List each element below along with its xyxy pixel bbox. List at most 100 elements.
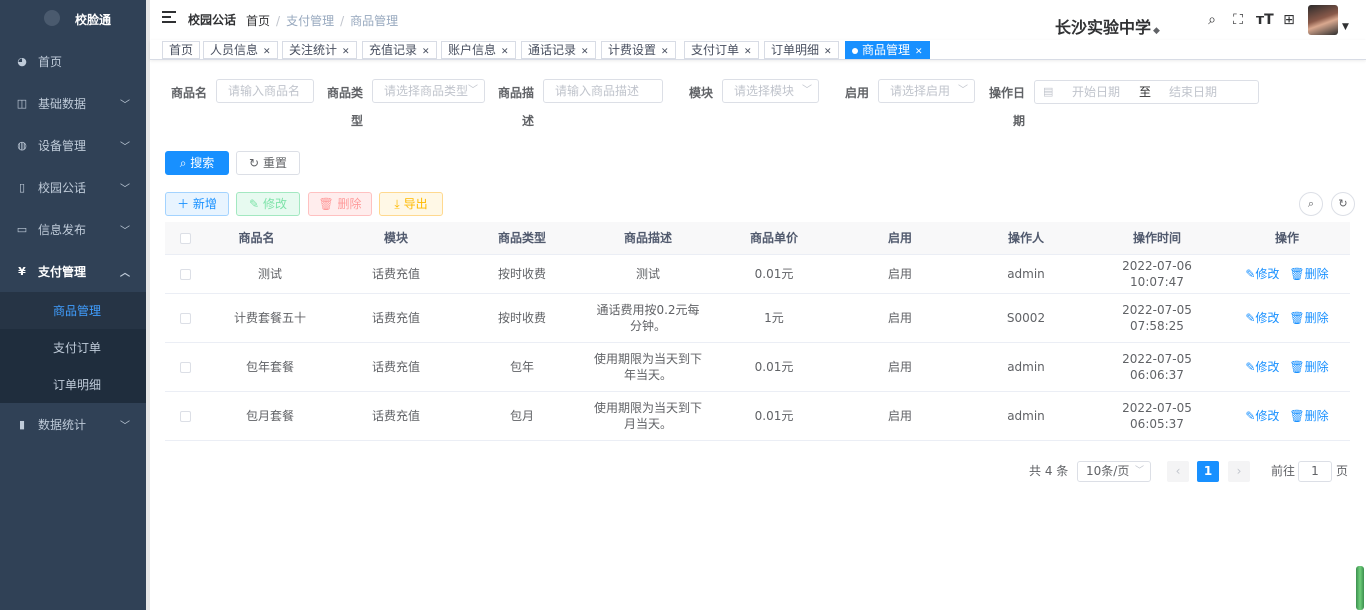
edit-button[interactable]: ✎ 修改	[236, 192, 300, 216]
sidebar-item-label: 设备管理	[38, 138, 87, 153]
end-date[interactable]: 结束日期	[1169, 81, 1217, 103]
row-delete-link[interactable]: 🗑删除	[1289, 408, 1328, 424]
add-button[interactable]: ＋ 新增	[165, 192, 229, 216]
delete-button[interactable]: 🗑 删除	[308, 192, 372, 216]
edit-icon: ✎	[1245, 360, 1256, 374]
chevron-down-icon: ﹀	[120, 184, 130, 195]
sidebar-item-statistics[interactable]: ▮ 数据统计 ﹀	[0, 403, 146, 445]
close-icon[interactable]: ✕	[744, 47, 752, 57]
tags-view: 首页 人员信息 ✕ 关注统计 ✕ 充值记录 ✕ 账户信息 ✕ 通话记录 ✕ 计费设置 ✕ 支…	[150, 40, 1366, 60]
page-size-select[interactable]: 10条/页 ﹀	[1077, 461, 1151, 482]
product-type-select[interactable]: 请选择商品类型 ﹀	[372, 79, 485, 103]
link-label: 删除	[1304, 360, 1329, 374]
navbar: 校园公话 首页 / 支付管理 / 商品管理 长沙实验中学 ◆ ⌕ ⛶ тT ⊞ ▼	[150, 0, 1366, 40]
close-icon[interactable]: ✕	[342, 47, 350, 57]
products-table: 商品名 模块 商品类型 商品描述 商品单价 启用 操作人 操作时间 操作 测试 …	[165, 222, 1350, 441]
date-range-picker[interactable]: ▤ 开始日期 至 结束日期	[1034, 80, 1259, 104]
close-icon[interactable]: ✕	[263, 47, 271, 57]
module-select[interactable]: 请选择模块 ﹀	[722, 79, 819, 103]
breadcrumb-home[interactable]: 首页	[246, 14, 270, 28]
bar-chart-icon: ▮	[18, 417, 26, 431]
select-all-checkbox[interactable]	[165, 222, 205, 255]
sidebar-item-campus-phone[interactable]: ▯ 校园公话 ﹀	[0, 166, 146, 208]
filter-type-label: 商品类	[327, 86, 364, 100]
close-icon[interactable]: ✕	[422, 47, 430, 57]
close-icon[interactable]: ✕	[581, 47, 589, 57]
font-size-icon[interactable]: тT	[1256, 12, 1274, 28]
cell-time: 2022-07-05 06:05:37	[1122, 401, 1192, 431]
layout-grid-icon[interactable]: ⊞	[1281, 12, 1297, 28]
table-row: 测试 话费充值 按时收费 测试 0.01元 启用 admin 2022-07-0…	[165, 255, 1350, 294]
product-desc-input[interactable]: 请输入商品描述	[543, 79, 663, 103]
tag-follow-stats[interactable]: 关注统计 ✕	[282, 41, 357, 59]
tag-home[interactable]: 首页	[162, 41, 201, 59]
row-checkbox[interactable]	[165, 392, 205, 440]
tag-call-records[interactable]: 通话记录 ✕	[521, 41, 596, 59]
sidebar-item-payment-orders[interactable]: 支付订单	[0, 329, 146, 366]
prev-page-button[interactable]: ‹	[1167, 461, 1189, 482]
row-delete-link[interactable]: 🗑删除	[1289, 310, 1328, 326]
tag-payment-orders[interactable]: 支付订单 ✕	[684, 41, 759, 59]
search-button[interactable]: ⌕ 搜索	[165, 151, 229, 175]
row-delete-link[interactable]: 🗑删除	[1289, 359, 1328, 375]
close-icon[interactable]: ✕	[915, 47, 923, 57]
trash-icon: 🗑	[1289, 409, 1305, 423]
tag-label: 支付订单	[691, 43, 740, 57]
sidebar-item-publish[interactable]: ▭ 信息发布 ﹀	[0, 208, 146, 250]
row-edit-link[interactable]: ✎修改	[1245, 266, 1279, 282]
row-edit-link[interactable]: ✎修改	[1245, 310, 1279, 326]
col-header-module: 模块	[383, 231, 408, 245]
cell-time: 2022-07-06 10:07:47	[1122, 259, 1192, 289]
sidebar-item-order-details[interactable]: 订单明细	[0, 366, 146, 403]
cell-price: 0.01元	[754, 360, 794, 374]
close-icon[interactable]: ✕	[824, 47, 832, 57]
row-edit-link[interactable]: ✎修改	[1245, 408, 1279, 424]
avatar[interactable]	[1308, 5, 1338, 35]
start-date[interactable]: 开始日期	[1072, 81, 1120, 103]
globe-icon: ◍	[17, 138, 27, 152]
row-edit-link[interactable]: ✎修改	[1245, 359, 1279, 375]
tag-order-details[interactable]: 订单明细 ✕	[764, 41, 839, 59]
edit-icon: ✎	[1245, 409, 1256, 423]
sidebar-item-basic-data[interactable]: ◫ 基础数据 ﹀	[0, 82, 146, 124]
plus-icon: ＋	[177, 197, 190, 211]
next-page-button[interactable]: ›	[1228, 461, 1250, 482]
row-checkbox[interactable]	[165, 255, 205, 293]
reset-button[interactable]: ↻ 重置	[236, 151, 300, 175]
goto-page-input[interactable]: 1	[1298, 461, 1332, 482]
sidebar-item-label: 校园公话	[38, 180, 87, 195]
filter-module-label: 模块	[689, 86, 714, 100]
page-number-current[interactable]: 1	[1197, 461, 1219, 482]
refresh-button[interactable]: ↻	[1331, 192, 1355, 216]
product-name-input[interactable]: 请输入商品名	[216, 79, 314, 103]
row-delete-link[interactable]: 🗑删除	[1289, 266, 1328, 282]
search-icon[interactable]: ⌕	[1204, 12, 1220, 28]
hamburger-icon[interactable]	[162, 11, 176, 25]
close-icon[interactable]: ✕	[501, 47, 509, 57]
fullscreen-icon[interactable]: ⛶	[1230, 12, 1246, 28]
tag-personnel[interactable]: 人员信息 ✕	[203, 41, 278, 59]
sidebar-item-products[interactable]: 商品管理	[0, 292, 146, 329]
tag-products[interactable]: 商品管理 ✕	[845, 41, 930, 59]
chevron-down-icon: ﹀	[120, 421, 130, 432]
trash-icon: 🗑	[1289, 311, 1305, 325]
enabled-select[interactable]: 请选择启用 ﹀	[878, 79, 975, 103]
caret-down-icon[interactable]: ▼	[1342, 22, 1349, 32]
school-selector[interactable]: 长沙实验中学 ◆	[1055, 14, 1160, 38]
row-checkbox[interactable]	[165, 294, 205, 342]
link-label: 删除	[1304, 311, 1329, 325]
sidebar-item-devices[interactable]: ◍ 设备管理 ﹀	[0, 124, 146, 166]
breadcrumb-payment: 支付管理	[286, 14, 335, 28]
tag-label: 人员信息	[210, 43, 259, 57]
tag-recharge[interactable]: 充值记录 ✕	[362, 41, 437, 59]
scrollbar-thumb[interactable]	[1356, 566, 1364, 610]
tag-billing[interactable]: 计费设置 ✕	[601, 41, 676, 59]
tag-account[interactable]: 账户信息 ✕	[441, 41, 516, 59]
sidebar-item-home[interactable]: ◕ 首页	[0, 40, 146, 82]
export-button[interactable]: ⤓ 导出	[379, 192, 443, 216]
row-checkbox[interactable]	[165, 343, 205, 391]
sidebar-item-payment[interactable]: ¥ 支付管理 ︿	[0, 250, 146, 292]
toggle-search-button[interactable]: ⌕	[1299, 192, 1323, 216]
close-icon[interactable]: ✕	[661, 47, 669, 57]
cell-module: 话费充值	[371, 409, 420, 423]
